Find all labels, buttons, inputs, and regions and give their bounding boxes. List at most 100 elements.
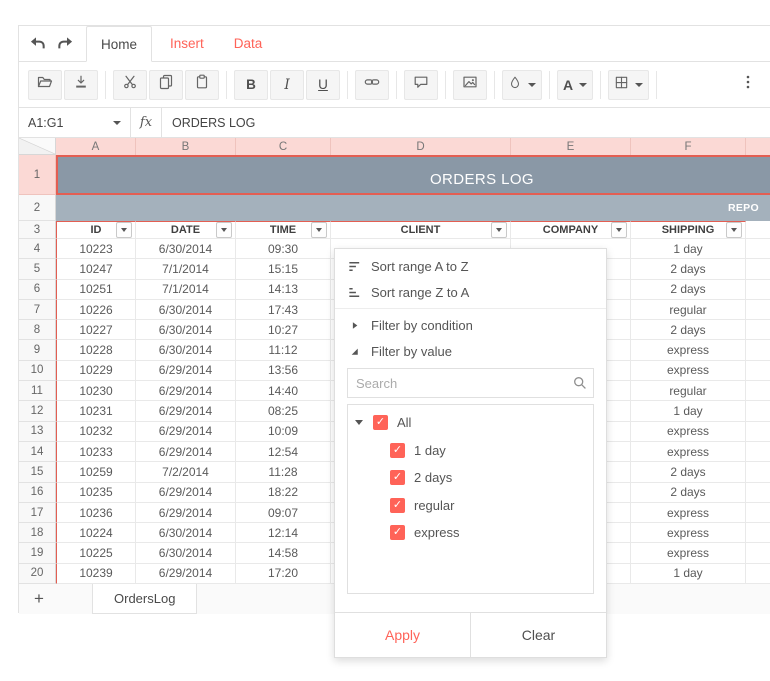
cell[interactable]: 10251 (56, 279, 136, 300)
filter-button-client[interactable] (491, 222, 507, 238)
cell[interactable] (746, 421, 770, 442)
filter-value-regular[interactable]: ✓ regular (354, 492, 587, 520)
cell[interactable]: 6/29/2014 (136, 360, 236, 382)
row-header-19[interactable]: 19 (19, 543, 56, 564)
cell[interactable]: 11:28 (236, 462, 331, 483)
filter-button-shipping[interactable] (726, 222, 742, 238)
table-header-company[interactable]: COMPANY (511, 221, 631, 239)
cell[interactable]: 10227 (56, 320, 136, 341)
merged-title-cell[interactable]: ORDERS LOG (56, 155, 770, 195)
cell[interactable]: 18:22 (236, 482, 331, 503)
cell[interactable]: 1 day (631, 563, 746, 584)
cell[interactable]: 10230 (56, 381, 136, 402)
select-all-corner[interactable] (19, 138, 56, 155)
cell[interactable]: express (631, 523, 746, 544)
cell[interactable]: 6/29/2014 (136, 502, 236, 524)
italic-button[interactable]: I (270, 69, 304, 100)
cell[interactable]: 2 days (631, 279, 746, 300)
cell[interactable]: regular (631, 381, 746, 402)
cell[interactable]: 6/29/2014 (136, 421, 236, 442)
cell[interactable]: 14:40 (236, 381, 331, 402)
cell[interactable]: 6/30/2014 (136, 543, 236, 564)
tab-insert[interactable]: Insert (158, 26, 216, 61)
column-header-a[interactable]: A (56, 138, 136, 155)
cut-button[interactable] (113, 69, 147, 100)
row-header-18[interactable]: 18 (19, 523, 56, 544)
menu-item-sort-range-a-to-z[interactable]: Sort range A to Z (335, 253, 606, 279)
cell[interactable]: 6/30/2014 (136, 320, 236, 341)
table-header-date[interactable]: DATE (136, 221, 236, 239)
cell[interactable]: 10228 (56, 340, 136, 361)
link-button[interactable] (355, 69, 389, 100)
row-header-2[interactable]: 2 (19, 195, 56, 221)
cell[interactable]: 2 days (631, 462, 746, 483)
cell[interactable] (746, 563, 770, 584)
cell[interactable]: 1 day (631, 239, 746, 260)
row-header-16[interactable]: 16 (19, 482, 56, 503)
cell[interactable]: 10235 (56, 482, 136, 503)
cell[interactable] (746, 279, 770, 300)
checkbox-2-days[interactable]: ✓ (390, 470, 405, 486)
row-header-11[interactable]: 11 (19, 381, 56, 402)
row-header-15[interactable]: 15 (19, 462, 56, 483)
menu-item-filter-by-value[interactable]: Filter by value (335, 338, 606, 364)
export-button[interactable] (64, 69, 98, 100)
cell[interactable]: 1 day (631, 401, 746, 422)
cell[interactable]: 7/1/2014 (136, 279, 236, 300)
cell[interactable]: 10259 (56, 462, 136, 483)
cell[interactable] (746, 299, 770, 321)
cell[interactable]: 10:27 (236, 320, 331, 341)
table-header-id[interactable]: ID (56, 221, 136, 239)
cell[interactable] (746, 462, 770, 483)
cell[interactable]: 6/30/2014 (136, 239, 236, 260)
cell[interactable] (746, 340, 770, 361)
tab-home[interactable]: Home (86, 26, 153, 62)
cell[interactable]: 10:09 (236, 421, 331, 442)
column-header-e[interactable]: E (511, 138, 631, 155)
borders-button[interactable] (608, 69, 650, 100)
cell[interactable] (746, 221, 770, 239)
cell[interactable] (746, 482, 770, 503)
add-sheet-button[interactable]: + (24, 584, 54, 614)
chevron-down-icon[interactable] (113, 120, 121, 125)
cell[interactable]: 09:30 (236, 239, 331, 260)
cell[interactable]: 13:56 (236, 360, 331, 382)
cell[interactable] (746, 441, 770, 463)
cell[interactable] (746, 401, 770, 422)
copy-button[interactable] (149, 69, 183, 100)
cell[interactable]: 7/2/2014 (136, 462, 236, 483)
cell[interactable]: 09:07 (236, 502, 331, 524)
cell[interactable] (746, 320, 770, 341)
name-box[interactable]: A1:G1 (19, 108, 131, 137)
row-header-10[interactable]: 10 (19, 360, 56, 382)
cell[interactable]: 6/29/2014 (136, 563, 236, 584)
cell[interactable]: 10247 (56, 259, 136, 280)
cell[interactable]: 10224 (56, 523, 136, 544)
cell[interactable]: 11:12 (236, 340, 331, 361)
cell[interactable]: 17:20 (236, 563, 331, 584)
more-options-button[interactable] (735, 73, 761, 96)
tree-caret-icon[interactable] (354, 418, 364, 428)
cell[interactable]: 2 days (631, 320, 746, 341)
table-header-client[interactable]: CLIENT (331, 221, 511, 239)
filter-value-all[interactable]: ✓ All (354, 409, 587, 437)
table-header-shipping[interactable]: SHIPPING (631, 221, 746, 239)
cell[interactable] (746, 360, 770, 382)
cell[interactable]: 10231 (56, 401, 136, 422)
row-header-14[interactable]: 14 (19, 441, 56, 463)
merged-subtitle-cell[interactable]: REPO (56, 195, 770, 221)
paste-button[interactable] (185, 69, 219, 100)
cell[interactable] (746, 239, 770, 260)
cell[interactable]: 6/29/2014 (136, 381, 236, 402)
row-header-17[interactable]: 17 (19, 502, 56, 524)
cell[interactable]: 6/30/2014 (136, 299, 236, 321)
column-header-d[interactable]: D (331, 138, 511, 155)
filter-button-id[interactable] (116, 222, 132, 238)
cell[interactable] (746, 543, 770, 564)
cell[interactable]: 12:14 (236, 523, 331, 544)
cell[interactable]: 10239 (56, 563, 136, 584)
row-header-12[interactable]: 12 (19, 401, 56, 422)
filter-value-1-day[interactable]: ✓ 1 day (354, 437, 587, 465)
row-header-7[interactable]: 7 (19, 299, 56, 321)
row-header-8[interactable]: 8 (19, 320, 56, 341)
